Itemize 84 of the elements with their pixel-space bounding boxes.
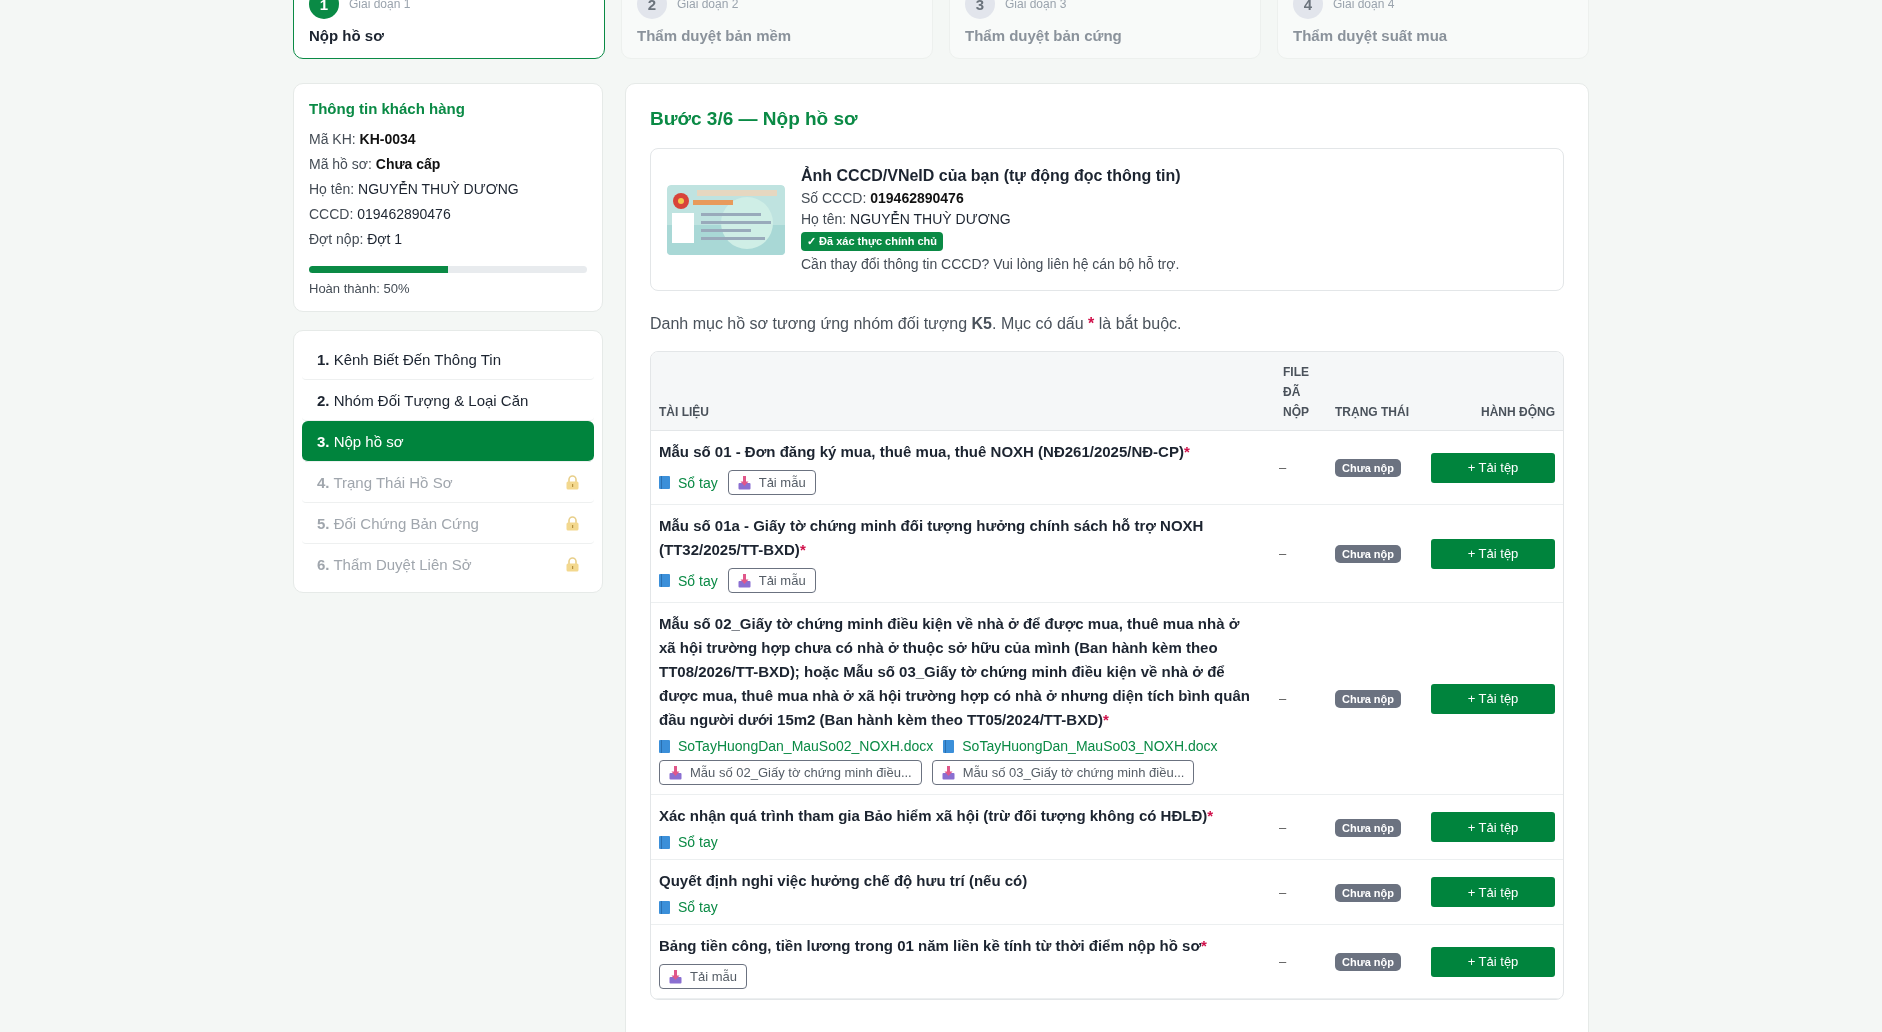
stage-number: 1 <box>309 0 339 19</box>
template-button[interactable]: Mẫu số 03_Giấy tờ chứng minh điều... <box>931 760 1195 785</box>
upload-button[interactable]: + Tải tệp <box>1431 683 1555 714</box>
book-icon <box>659 835 670 849</box>
download-icon <box>941 765 955 780</box>
status-badge: Chưa nộp <box>1335 818 1401 837</box>
document-title: Mẫu số 02_Giấy tờ chứng minh điều kiện về nhà ở để được mua, thuê mua nhà ở xã hội trường hợp chưa có nhà ở thuộc sở hữu của mình (Ban hành kèm theo TT08/2026/TT-BXD); hoặc Mẫu số 03_Giấy tờ chứng minh điều kiện về nhà ở để được mua, thuê mua nhà ở xã hội trường hợp có nhà ở nhưng diện tích bình quân đầu người dưới 15m2 (Ban hành kèm theo TT05/2024/TT-BXD)* <box>659 614 1251 730</box>
upload-button[interactable]: + Tải tệp <box>1431 946 1555 977</box>
download-icon <box>737 475 751 490</box>
help-note: Cần thay đổi thông tin CCCD? Vui lòng liên hệ cán bộ hỗ trợ. <box>801 256 1180 272</box>
download-icon <box>669 969 682 984</box>
info-line: Mã KH: KH-0034 <box>309 130 417 149</box>
document-title: Mẫu số 01 - Đơn đăng ký mua, thuê mua, thuê NOXH (NĐ261/2025/NĐ-CP)* <box>659 442 1191 462</box>
file-cell-text: – <box>1279 954 1288 969</box>
stage-title: Nộp hồ sơ <box>309 27 385 44</box>
card-title: Thông tin khách hàng <box>309 100 466 117</box>
stage-phase: Giai đoạn 1 <box>349 0 411 11</box>
status-badge: Chưa nộp <box>1335 953 1401 971</box>
nav-item[interactable]: 3. Nộp hồ sơ <box>302 421 594 462</box>
stage-phase: Giai đoạn 2 <box>677 0 739 11</box>
document-title: Mẫu số 01a - Giấy tờ chứng minh đối tượng hưởng chính sách hỗ trợ NOXH (TT32/2025/TT-BXD)* <box>659 516 1205 560</box>
verified-badge: ✓ Đã xác thực chính chủ <box>801 232 944 251</box>
id-card-title: Ảnh CCCD/VNeID của bạn (tự động đọc thông tin) <box>801 167 1181 185</box>
info-line: Họ tên: NGUYỄN THUỲ DƯƠNG <box>801 211 1011 227</box>
column-header: TRẠNG THÁI <box>1335 403 1410 421</box>
lock-icon <box>566 515 579 531</box>
handbook-link[interactable]: Sổ tay <box>659 834 718 850</box>
status-badge: Chưa nộp <box>1335 883 1401 902</box>
column-header: HÀNH ĐỘNG <box>1480 403 1555 421</box>
upload-button[interactable]: + Tải tệp <box>1431 812 1555 842</box>
handbook-link[interactable]: Sổ tay <box>659 899 718 915</box>
file-cell-text: – <box>1279 460 1288 475</box>
stage-number: 4 <box>1293 0 1323 19</box>
lock-icon <box>566 474 579 490</box>
stage-card[interactable]: 4 Giai đoạn 4 Thẩm duyệt suất mua <box>1277 0 1589 59</box>
status-badge: Chưa nộp <box>1335 545 1401 563</box>
info-line: Số CCCD: 019462890476 <box>801 190 964 206</box>
document-title: Bảng tiền công, tiền lương trong 01 năm liền kề tính từ thời điểm nộp hồ sơ* <box>659 936 1208 956</box>
lock-icon <box>566 556 579 572</box>
intro-text: Danh mục hồ sơ tương ứng nhóm đối tượng K5. Mục có dấu * là bắt buộc. <box>650 315 1183 333</box>
template-button[interactable]: Mẫu số 02_Giấy tờ chứng minh điều... <box>659 760 922 785</box>
progress-label: Hoàn thành: 50% <box>309 281 410 296</box>
book-icon <box>659 900 670 914</box>
file-cell-text: – <box>1279 819 1288 835</box>
file-cell-text: – <box>1279 546 1288 561</box>
stage-title: Thẩm duyệt bản cứng <box>965 27 1123 44</box>
file-cell-text: – <box>1279 691 1288 706</box>
handbook-link[interactable]: Sổ tay <box>659 474 718 491</box>
template-button[interactable]: Tải mẫu <box>659 964 747 989</box>
section-title: Bước 3/6 — Nộp hồ sơ <box>650 108 859 130</box>
download-icon <box>669 765 682 780</box>
book-icon <box>659 574 670 587</box>
stage-phase: Giai đoạn 4 <box>1333 0 1395 11</box>
info-line: CCCD: 019462890476 <box>309 205 452 224</box>
handbook-link[interactable]: SoTayHuongDan_MauSo03_NOXH.docx <box>943 738 1218 754</box>
book-icon <box>659 739 670 753</box>
document-title: Xác nhận quá trình tham gia Bảo hiểm xã hội (trừ đối tượng không có HĐLĐ)* <box>659 806 1215 826</box>
nav-item[interactable]: 6. Thẩm Duyệt Liên Sở <box>302 544 594 584</box>
info-line: Họ tên: NGUYỄN THUỲ DƯƠNG <box>309 180 520 199</box>
upload-button[interactable]: + Tải tệp <box>1431 877 1555 907</box>
nav-item[interactable]: 4. Trạng Thái Hồ Sơ <box>302 462 594 503</box>
nav-item[interactable]: 5. Đối Chứng Bản Cứng <box>302 503 594 544</box>
upload-button[interactable]: + Tải tệp <box>1431 452 1555 483</box>
book-icon <box>943 739 955 753</box>
info-line: Đợt nộp: Đợt 1 <box>309 230 404 249</box>
status-badge: Chưa nộp <box>1335 690 1401 708</box>
template-button[interactable]: Tải mẫu <box>727 470 816 495</box>
status-badge: Chưa nộp <box>1335 459 1401 477</box>
upload-button[interactable]: + Tải tệp <box>1431 538 1555 569</box>
download-icon <box>737 573 751 588</box>
nav-item[interactable]: 1. Kênh Biết Đến Thông Tin <box>302 339 594 380</box>
stage-card[interactable]: 1 Giai đoạn 1 Nộp hồ sơ <box>293 0 605 59</box>
stage-title: Thẩm duyệt suất mua <box>1293 27 1449 44</box>
document-title: Quyết định nghỉ việc hưởng chế độ hưu trí (nếu có) <box>659 871 1029 891</box>
handbook-link[interactable]: SoTayHuongDan_MauSo02_NOXH.docx <box>659 738 934 754</box>
book-icon <box>659 476 670 489</box>
template-button[interactable]: Tải mẫu <box>727 568 816 593</box>
column-header: TÀI LIỆU <box>659 403 710 421</box>
info-line: Mã hồ sơ: Chưa cấp <box>309 155 442 174</box>
file-cell-text: – <box>1279 884 1288 900</box>
handbook-link[interactable]: Sổ tay <box>659 572 718 589</box>
stage-phase: Giai đoạn 3 <box>1005 0 1067 11</box>
column-header: FILE ĐÃ NỘP <box>1283 364 1310 421</box>
stage-title: Thẩm duyệt bản mềm <box>637 27 793 44</box>
